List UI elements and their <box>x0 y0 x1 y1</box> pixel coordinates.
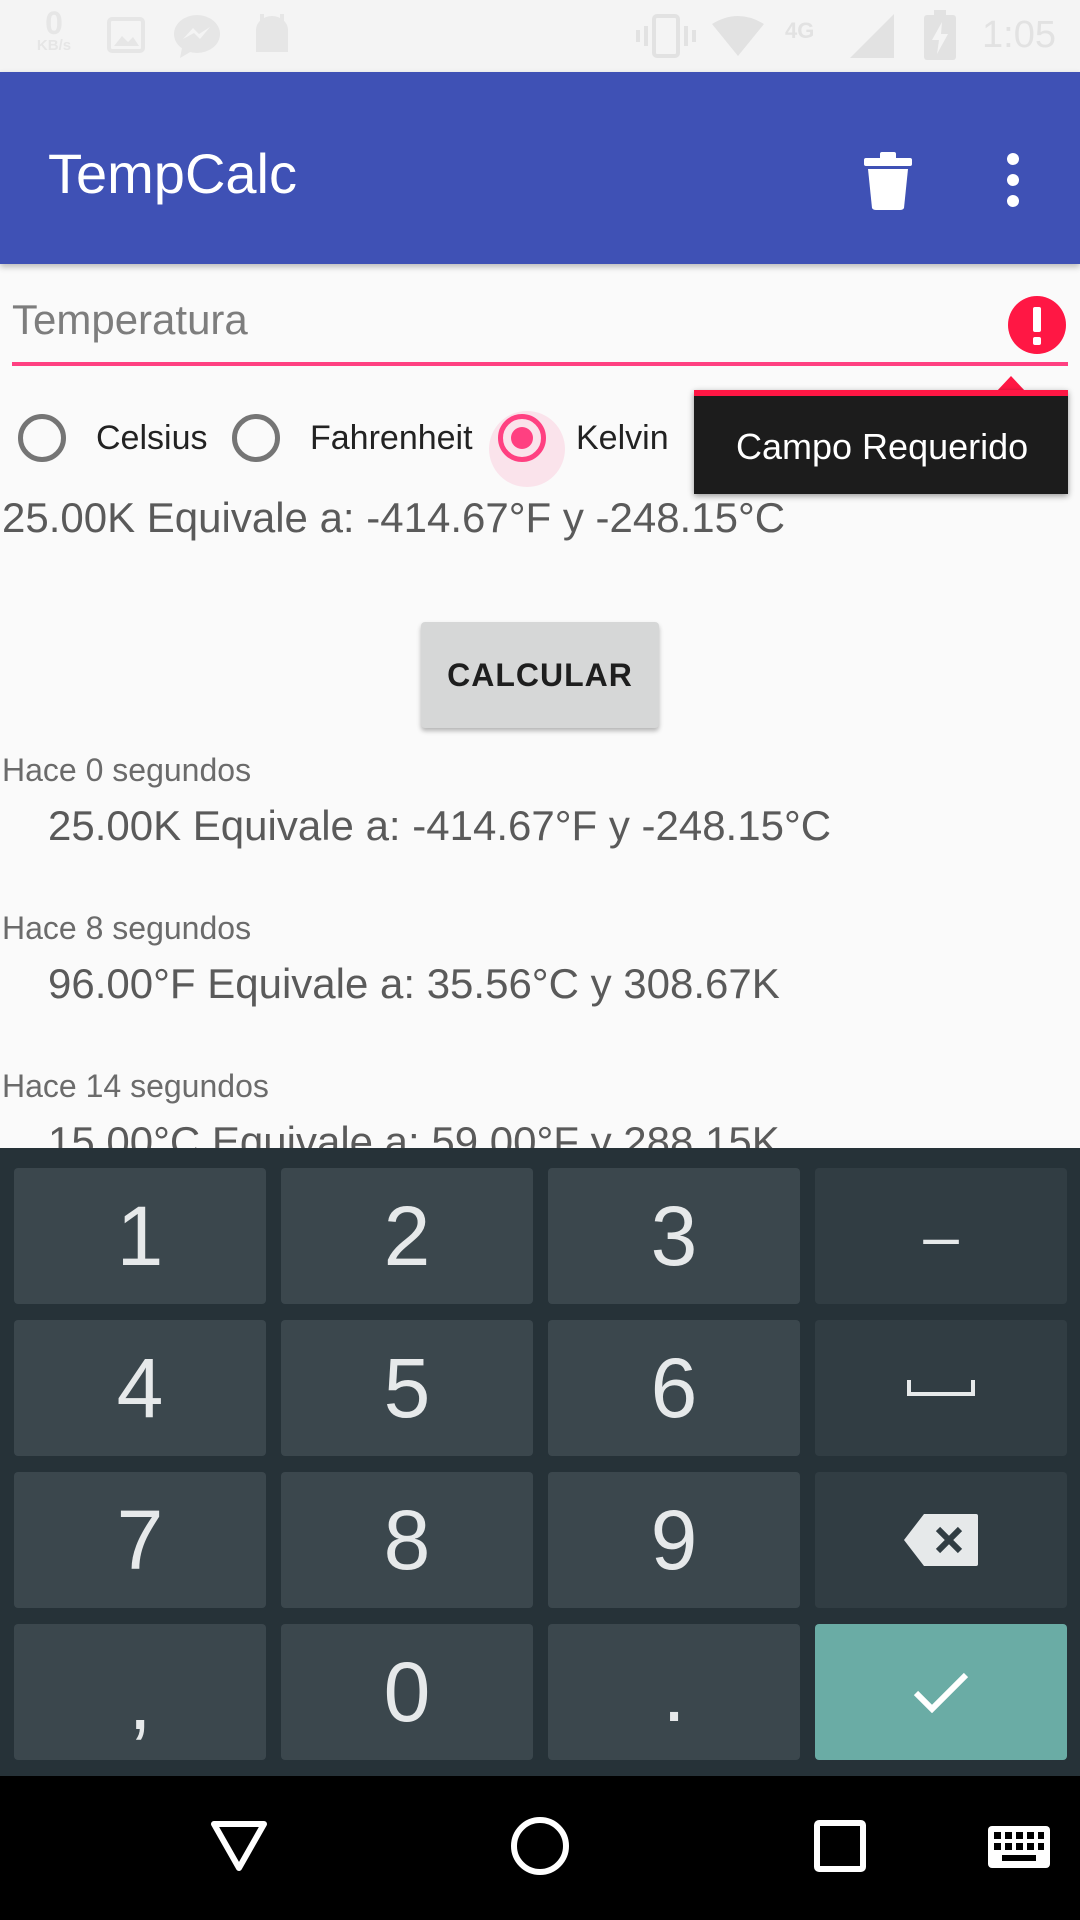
history-item-time: Hace 14 segundos <box>2 1068 269 1104</box>
key-comma[interactable]: , <box>14 1624 266 1760</box>
numeric-keyboard: 1 2 3 – 4 5 6 7 8 9 , 0 . <box>0 1148 1080 1776</box>
radio-fahrenheit[interactable]: Fahrenheit <box>232 408 473 468</box>
calculate-button[interactable]: CALCULAR <box>421 622 659 728</box>
history-item-result: 15.00°C Equivale a: 59.00°F y 288.15K <box>48 1118 780 1148</box>
radio-fahrenheit-circle[interactable] <box>232 414 280 462</box>
key-1[interactable]: 1 <box>14 1168 266 1304</box>
temperature-input-underline <box>12 362 1068 366</box>
key-period[interactable]: . <box>548 1624 800 1760</box>
signal-icon <box>850 14 894 58</box>
back-icon[interactable] <box>210 1820 268 1872</box>
android-notification-icon <box>256 14 288 52</box>
battery-icon <box>924 10 956 60</box>
key-7[interactable]: 7 <box>14 1472 266 1608</box>
radio-kelvin-label: Kelvin <box>576 418 669 457</box>
key-backspace[interactable] <box>815 1472 1067 1608</box>
gallery-notification-icon <box>107 17 145 53</box>
messenger-notification-icon <box>174 15 220 58</box>
radio-kelvin-highlight <box>489 411 565 487</box>
history-item-result: 25.00K Equivale a: -414.67°F y -248.15°C <box>48 802 832 849</box>
space-icon <box>907 1380 975 1396</box>
check-icon <box>913 1672 969 1713</box>
radio-kelvin[interactable]: Kelvin <box>489 408 669 487</box>
recents-icon[interactable] <box>814 1820 866 1872</box>
key-0[interactable]: 0 <box>281 1624 533 1760</box>
temperature-input[interactable] <box>12 290 1002 350</box>
conversion-result: 25.00K Equivale a: -414.67°F y -248.15°C <box>2 494 786 541</box>
home-icon[interactable] <box>510 1816 570 1876</box>
network-speed-value: 0 <box>45 5 63 41</box>
radio-kelvin-circle[interactable] <box>489 411 565 487</box>
key-3[interactable]: 3 <box>548 1168 800 1304</box>
key-space[interactable] <box>815 1320 1067 1456</box>
more-vert-icon[interactable] <box>1001 152 1025 208</box>
vibrate-icon <box>636 14 696 58</box>
key-minus[interactable]: – <box>815 1168 1067 1304</box>
network-speed-unit: KB/s <box>36 37 72 54</box>
status-bar: 0 KB/s 4G 1:05 <box>0 0 1080 72</box>
key-5[interactable]: 5 <box>281 1320 533 1456</box>
key-period-label: . <box>662 1645 686 1739</box>
trash-icon[interactable] <box>862 152 914 210</box>
network-type: 4G <box>785 18 815 43</box>
history-item-time: Hace 0 segundos <box>2 752 252 788</box>
key-9[interactable]: 9 <box>548 1472 800 1608</box>
radio-celsius-label: Celsius <box>96 418 208 457</box>
key-8[interactable]: 8 <box>281 1472 533 1608</box>
key-done[interactable] <box>815 1624 1067 1760</box>
key-comma-label: , <box>128 1653 152 1747</box>
history-list[interactable]: Hace 0 segundos 25.00K Equivale a: -414.… <box>0 752 1080 1148</box>
key-6[interactable]: 6 <box>548 1320 800 1456</box>
error-tooltip: Campo Requerido <box>694 390 1068 494</box>
key-2[interactable]: 2 <box>281 1168 533 1304</box>
key-4[interactable]: 4 <box>14 1320 266 1456</box>
app-bar: TempCalc <box>0 72 1080 264</box>
wifi-icon <box>712 16 764 56</box>
history-item-result: 96.00°F Equivale a: 35.56°C y 308.67K <box>48 960 780 1007</box>
keyboard-icon[interactable] <box>988 1826 1050 1868</box>
network-speed: 0 KB/s <box>30 5 78 54</box>
radio-celsius-circle[interactable] <box>18 414 66 462</box>
error-icon <box>1008 296 1066 354</box>
backspace-icon <box>904 1514 978 1566</box>
radio-fahrenheit-label: Fahrenheit <box>310 418 473 457</box>
app-title: TempCalc <box>48 142 297 205</box>
error-tooltip-text: Campo Requerido <box>736 426 1029 467</box>
navigation-bar <box>0 1776 1080 1920</box>
history-item-time: Hace 8 segundos <box>2 910 252 946</box>
radio-celsius[interactable]: Celsius <box>18 408 207 468</box>
clock: 1:05 <box>982 14 1056 56</box>
